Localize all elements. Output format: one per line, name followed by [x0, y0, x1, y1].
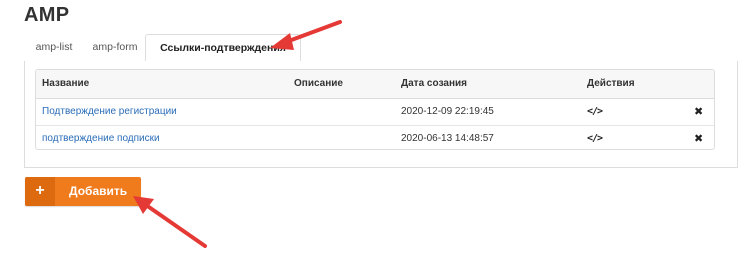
tab-bar: amp-list amp-form Ссылки-подтверждения: [24, 34, 738, 62]
tab-amp-form[interactable]: amp-form: [86, 34, 144, 61]
header-name: Название: [42, 78, 90, 89]
tab-confirmation-links[interactable]: Ссылки-подтверждения: [145, 34, 301, 62]
table-row: подтверждение подписки 2020-06-13 14:48:…: [36, 126, 714, 149]
add-button-label: Добавить: [69, 184, 128, 198]
header-description: Описание: [294, 78, 343, 89]
row-name-link[interactable]: подтверждение подписки: [42, 126, 160, 149]
header-actions: Действия: [587, 78, 635, 89]
tab-panel: Название Описание Дата сoзания Действия …: [24, 61, 738, 168]
tab-amp-list[interactable]: amp-list: [28, 34, 80, 61]
close-icon[interactable]: ✖: [694, 99, 703, 125]
row-name-link[interactable]: Подтверждение регистрации: [42, 99, 177, 125]
close-icon[interactable]: ✖: [694, 126, 703, 149]
add-button[interactable]: + Добавить: [25, 177, 141, 206]
table-header: Название Описание Дата сoзания Действия: [36, 70, 714, 99]
plus-icon: +: [25, 177, 55, 206]
row-date: 2020-12-09 22:19:45: [401, 106, 494, 117]
code-icon[interactable]: </>: [587, 126, 603, 149]
table-row: Подтверждение регистрации 2020-12-09 22:…: [36, 99, 714, 126]
header-date: Дата сoзания: [401, 78, 468, 89]
annotation-arrow-button: [133, 196, 207, 248]
links-table: Название Описание Дата сoзания Действия …: [35, 69, 715, 150]
row-date: 2020-06-13 14:48:57: [401, 133, 494, 144]
code-icon[interactable]: </>: [587, 99, 603, 125]
page-title: AMP: [24, 4, 70, 26]
